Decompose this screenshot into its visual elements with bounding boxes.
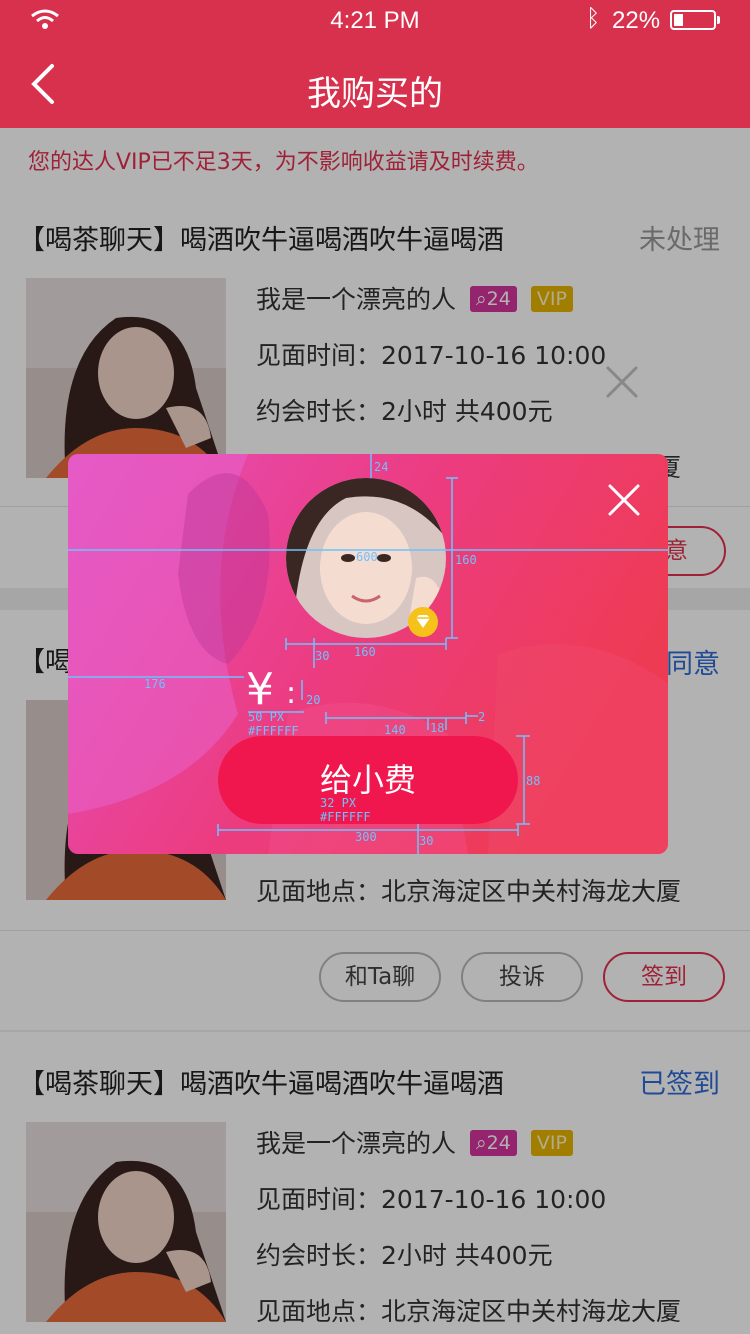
- page-title: 我购买的: [307, 74, 443, 114]
- bluetooth-icon: ᛒ: [586, 5, 601, 32]
- battery-icon: [670, 10, 716, 30]
- close-icon[interactable]: [604, 364, 640, 400]
- battery-tip: [717, 16, 720, 24]
- currency-symbol: ¥: [246, 664, 274, 715]
- status-bar: 4:21 PM ᛒ 22%: [0, 0, 750, 40]
- tip-amount-input[interactable]: [286, 676, 342, 710]
- close-icon[interactable]: [606, 482, 642, 518]
- vip-diamond-icon: [408, 607, 438, 637]
- give-tip-button[interactable]: 给小费: [218, 736, 518, 824]
- nav-bar: 我购买的: [0, 40, 750, 128]
- battery-percent: 22%: [612, 7, 661, 34]
- tip-dialog: ¥ 给小费: [68, 454, 668, 854]
